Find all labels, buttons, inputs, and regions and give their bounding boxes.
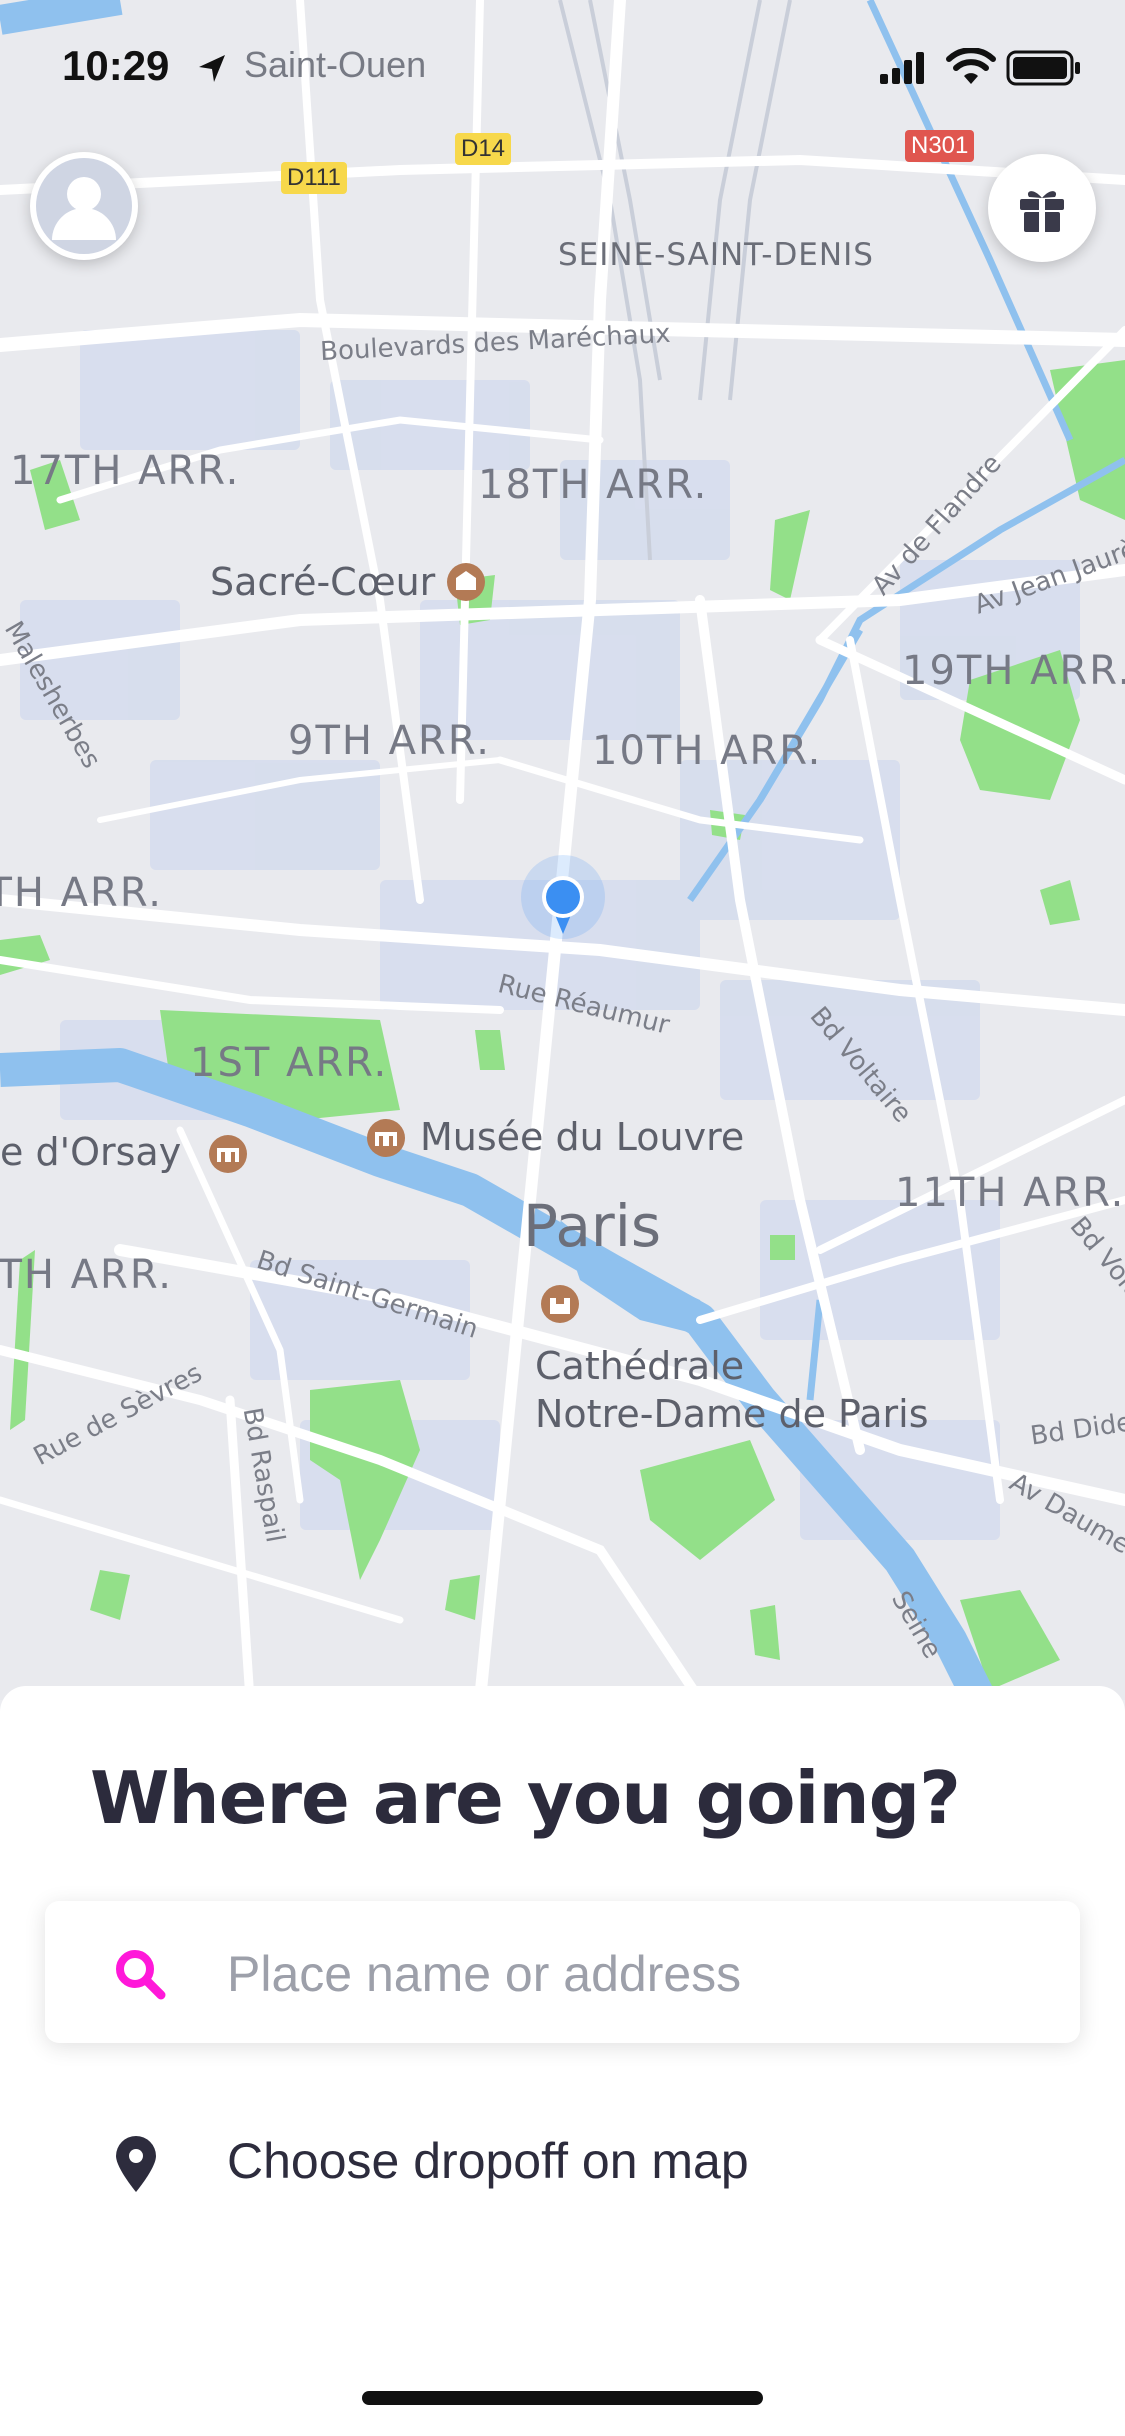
gift-button[interactable]	[988, 154, 1096, 262]
status-location: Saint-Ouen	[244, 44, 427, 85]
district-label: 7TH ARR.	[0, 1252, 173, 1298]
poi-label-orsay: Musée d'Orsay	[0, 1130, 182, 1174]
home-indicator[interactable]	[362, 2391, 763, 2405]
road-shield-n301: N301	[905, 130, 975, 162]
district-label: 19TH ARR.	[902, 648, 1125, 694]
district-label: SEINE-SAINT-DENIS	[558, 237, 874, 273]
poi-label-louvre: Musée du Louvre	[420, 1115, 745, 1159]
district-label: 11TH ARR.	[895, 1170, 1125, 1216]
district-label: 9TH ARR.	[288, 718, 491, 764]
city-label-paris: Paris	[523, 1192, 662, 1260]
map-pin-icon	[116, 2136, 156, 2192]
district-label: 1ST ARR.	[190, 1040, 389, 1086]
poi-label-notre-dame: Cathédrale Notre-Dame de Paris	[535, 1344, 929, 1436]
museum-icon[interactable]	[208, 1134, 248, 1174]
current-location-icon	[521, 855, 605, 939]
road-shield-d111: D111	[281, 162, 347, 194]
status-bar: 10:29 Saint-Ouen	[0, 0, 1125, 130]
wifi-icon	[946, 48, 996, 84]
museum-icon[interactable]	[366, 1118, 406, 1158]
map-view[interactable]: D111 D14 N301 SEINE-SAINT-DENIS 17TH ARR…	[0, 0, 1125, 1700]
avatar-icon	[36, 158, 132, 254]
search-placeholder: Place name or address	[227, 1946, 742, 2002]
district-label: 17TH ARR.	[10, 448, 241, 494]
location-arrow-icon	[199, 55, 225, 82]
destination-sheet: Where are you going? Place name or addre…	[0, 1686, 1125, 2436]
road-shield-d14: D14	[455, 133, 512, 165]
district-label: 18TH ARR.	[478, 462, 709, 508]
cathedral-icon[interactable]	[540, 1284, 580, 1324]
choose-dropoff-on-map-button[interactable]: Choose dropoff on map	[0, 2096, 1125, 2226]
cellular-signal-icon	[880, 52, 924, 84]
status-time: 10:29	[62, 42, 170, 89]
battery-icon	[1006, 50, 1080, 86]
district-label: 10TH ARR.	[592, 728, 823, 774]
destination-search-input[interactable]: Place name or address	[45, 1901, 1080, 2043]
gift-icon	[1020, 191, 1064, 232]
museum-icon[interactable]	[446, 562, 486, 602]
search-icon	[116, 1950, 166, 2000]
sheet-title: Where are you going?	[90, 1756, 961, 1840]
district-label: 8TH ARR.	[0, 870, 163, 916]
profile-button[interactable]	[30, 152, 138, 260]
poi-label-sacre-coeur: Sacré-Cœur	[210, 560, 436, 604]
dropoff-label: Choose dropoff on map	[227, 2133, 749, 2189]
